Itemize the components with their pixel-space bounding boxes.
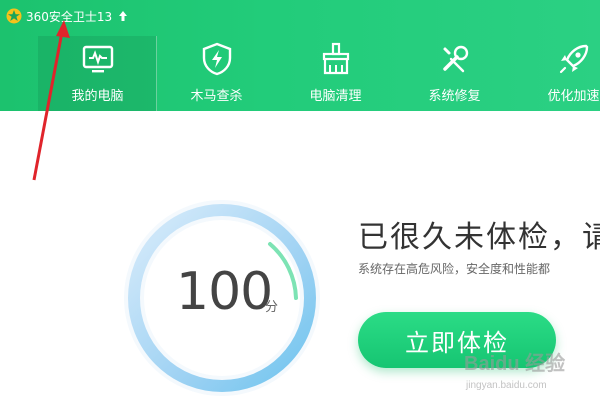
monitor-icon: [82, 45, 113, 73]
nav-item-my-computer[interactable]: 我的电脑: [38, 36, 157, 111]
baidu-watermark: Baidu 经验 jingyan.baidu.com: [460, 346, 590, 396]
nav-item-label: 优化加速: [547, 89, 600, 104]
nav-item-system-repair[interactable]: 系统修复: [395, 36, 514, 111]
nav-item-cleanup[interactable]: 电脑清理: [276, 36, 395, 111]
broom-icon: [322, 42, 349, 75]
360-logo-icon: [6, 8, 22, 24]
watermark-subtext: jingyan.baidu.com: [465, 380, 547, 391]
watermark-text: Baidu 经验: [464, 351, 565, 375]
baidu-paw-icon: Baidu 经验 jingyan.baidu.com: [464, 351, 565, 391]
status-subtext: 系统存在高危风险，安全度和性能都: [358, 262, 551, 276]
status-headline: 已很久未体检，请: [358, 220, 600, 255]
health-score: 100: [176, 262, 273, 322]
nav-item-optimize[interactable]: 优化加速: [514, 36, 600, 111]
main-nav: 我的电脑 木马查杀 电脑清理 系统修复 优化加速: [38, 36, 600, 111]
rocket-icon: [559, 44, 588, 74]
nav-item-trojan-scan[interactable]: 木马查杀: [157, 36, 276, 111]
top-header: 360安全卫士13 我的电脑 木马查杀 电脑清理 系统修复 优化加速: [0, 0, 600, 111]
titlebar: 360安全卫士13: [6, 6, 128, 26]
up-arrow-icon[interactable]: [118, 10, 128, 22]
shield-bolt-icon: [202, 42, 231, 76]
nav-item-label: 系统修复: [428, 89, 481, 104]
score-unit: 分: [265, 300, 279, 315]
app-title: 360安全卫士13: [26, 9, 113, 24]
nav-item-label: 木马查杀: [190, 89, 243, 104]
nav-item-label: 电脑清理: [309, 89, 362, 104]
wrench-icon: [442, 45, 468, 73]
nav-item-label: 我的电脑: [71, 89, 124, 104]
